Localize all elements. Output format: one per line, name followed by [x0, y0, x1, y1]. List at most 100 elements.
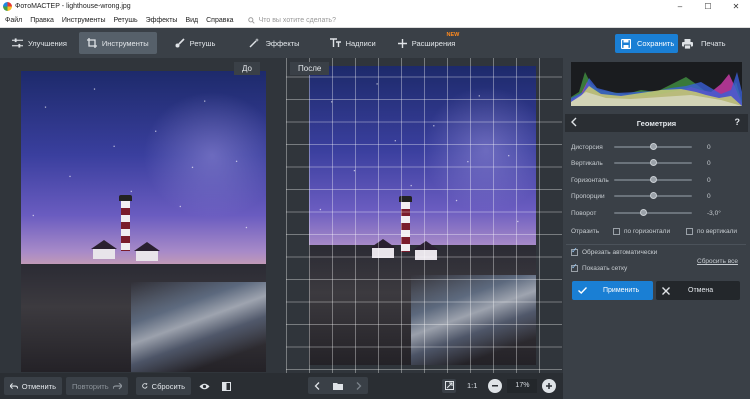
save-label: Сохранить — [637, 39, 675, 48]
before-photo — [21, 71, 266, 372]
auto-crop-label: Обрезать автоматически — [582, 249, 658, 256]
help-icon[interactable]: ? — [735, 117, 741, 127]
search-input[interactable]: Что вы хотите сделать? — [247, 16, 336, 24]
flip-vertical-checkbox[interactable] — [686, 228, 693, 235]
printer-icon — [682, 38, 693, 49]
menu-effects[interactable]: Эффекты — [142, 17, 182, 24]
print-button[interactable]: Печать — [682, 34, 726, 53]
print-label: Печать — [701, 39, 726, 48]
rotation-thumb[interactable] — [640, 209, 648, 216]
preview-toggle-button[interactable] — [195, 377, 213, 395]
proportions-value: 0 — [707, 192, 711, 200]
tab-label: Эффекты — [265, 38, 300, 48]
folder-icon[interactable] — [332, 382, 343, 390]
proportions-slider[interactable]: Пропорции 0 — [571, 191, 741, 201]
zoom-out-button[interactable] — [488, 378, 503, 393]
horizontal-track[interactable] — [614, 176, 692, 183]
distortion-slider[interactable]: Дисторсия 0 — [571, 142, 741, 152]
flip-label: Отразить — [571, 228, 600, 235]
tab-label: Расширения — [411, 38, 456, 48]
tab-extensions[interactable]: Расширения NEW — [390, 32, 464, 54]
fit-to-screen-button[interactable] — [442, 378, 456, 393]
horizontal-label: Горизонталь — [571, 176, 609, 184]
brush-icon — [175, 38, 185, 48]
proportions-thumb[interactable] — [649, 192, 657, 199]
vertical-value: 0 — [707, 159, 711, 167]
tab-label: Улучшения — [28, 38, 67, 48]
plus-icon — [546, 382, 553, 389]
search-icon — [247, 16, 255, 24]
maximize-button[interactable]: ☐ — [694, 0, 722, 13]
menu-tools[interactable]: Инструменты — [58, 17, 110, 24]
redo-button[interactable]: Повторить — [66, 377, 128, 395]
tab-text[interactable]: Надписи — [322, 32, 384, 54]
rotation-track[interactable] — [614, 209, 692, 216]
flip-horizontal-label: по горизонтали — [624, 228, 671, 235]
flip-horizontal-checkbox[interactable] — [613, 228, 620, 235]
tab-retouch[interactable]: Ретушь — [167, 32, 224, 54]
proportions-label: Пропорции — [571, 192, 605, 200]
distortion-track[interactable] — [614, 143, 692, 150]
actual-size-button[interactable]: 1:1 — [467, 381, 477, 390]
rotation-label: Поворот — [571, 209, 597, 217]
auto-crop-checkbox[interactable] — [571, 246, 578, 256]
minus-icon — [492, 384, 499, 386]
zoom-level-field[interactable]: 17% — [507, 378, 538, 393]
undo-label: Отменить — [21, 381, 56, 391]
show-grid-option[interactable]: Показать сетку — [571, 262, 627, 272]
auto-crop-option[interactable]: Обрезать автоматически — [571, 246, 658, 256]
horizontal-slider[interactable]: Горизонталь 0 — [571, 175, 741, 185]
reset-label: Сбросить — [151, 381, 185, 391]
tab-effects[interactable]: Эффекты — [241, 32, 307, 54]
menu-retouch[interactable]: Ретушь — [110, 17, 142, 24]
vertical-slider[interactable]: Вертикаль 0 — [571, 158, 741, 168]
before-label: До — [234, 62, 260, 75]
cancel-button[interactable]: Отмена — [656, 281, 740, 300]
after-label: После — [290, 62, 330, 75]
apply-label: Применить — [603, 287, 640, 294]
cancel-label: Отмена — [688, 287, 714, 294]
close-icon — [662, 286, 670, 295]
show-grid-checkbox[interactable] — [571, 262, 578, 272]
save-button[interactable]: Сохранить — [615, 34, 678, 53]
histogram — [571, 62, 742, 106]
apply-button[interactable]: Применить — [572, 281, 653, 300]
undo-button[interactable]: Отменить — [4, 377, 62, 395]
back-arrow-icon[interactable] — [571, 117, 577, 127]
tab-enhancements[interactable]: Улучшения — [4, 32, 75, 54]
tab-label: Надписи — [345, 38, 376, 48]
menu-view[interactable]: Вид — [181, 17, 202, 24]
distortion-value: 0 — [707, 143, 711, 151]
next-image-icon[interactable] — [356, 381, 362, 390]
compare-button[interactable] — [217, 377, 235, 395]
tab-tools[interactable]: Инструменты — [78, 32, 157, 54]
redo-icon — [112, 382, 122, 389]
minimize-button[interactable]: – — [666, 0, 694, 13]
panel-divider — [566, 244, 746, 245]
rotation-slider[interactable]: Поворот -3,0° — [571, 208, 741, 218]
checkmark-icon — [578, 287, 587, 294]
magic-wand-icon — [249, 38, 260, 48]
reset-button[interactable]: Сбросить — [136, 377, 191, 395]
zoom-in-button[interactable] — [542, 378, 557, 393]
vertical-track[interactable] — [614, 159, 692, 166]
menu-file[interactable]: Файл — [0, 17, 26, 24]
horizontal-thumb[interactable] — [649, 176, 657, 183]
previous-image-icon[interactable] — [314, 381, 320, 390]
close-button[interactable]: ✕ — [722, 0, 750, 13]
distortion-label: Дисторсия — [571, 143, 603, 151]
window-controls: – ☐ ✕ — [666, 0, 750, 13]
reset-all-link[interactable]: Сбросить все — [697, 258, 738, 265]
floppy-disk-icon — [621, 38, 631, 49]
tab-label: Инструменты — [101, 38, 149, 48]
proportions-track[interactable] — [614, 192, 692, 199]
text-icon — [329, 38, 341, 47]
distortion-thumb[interactable] — [649, 143, 657, 150]
rotation-value: -3,0° — [707, 209, 721, 217]
menu-edit[interactable]: Правка — [26, 17, 58, 24]
menu-help[interactable]: Справка — [202, 17, 237, 24]
vertical-thumb[interactable] — [649, 159, 657, 166]
compare-icon — [221, 381, 231, 391]
reset-icon — [142, 383, 148, 389]
zoom-controls: 1:1 17% — [437, 377, 561, 394]
